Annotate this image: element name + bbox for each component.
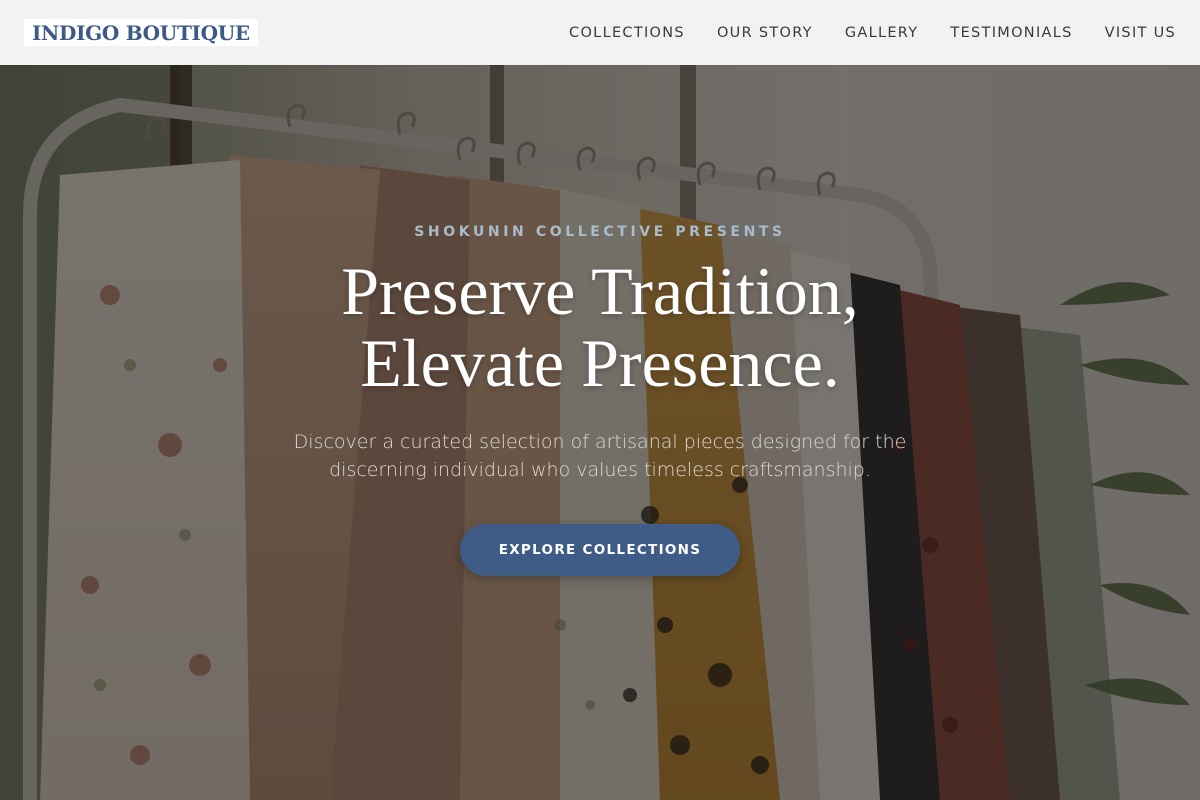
explore-collections-button[interactable]: EXPLORE COLLECTIONS <box>460 524 740 576</box>
site-header: INDIGO BOUTIQUE COLLECTIONS OUR STORY GA… <box>0 0 1200 65</box>
hero-content: SHOKUNIN COLLECTIVE PRESENTS Preserve Tr… <box>0 65 1200 800</box>
brand-logo[interactable]: INDIGO BOUTIQUE <box>24 19 258 46</box>
hero-section: SHOKUNIN COLLECTIVE PRESENTS Preserve Tr… <box>0 65 1200 800</box>
main-nav: COLLECTIONS OUR STORY GALLERY TESTIMONIA… <box>569 25 1176 41</box>
hero-subtitle: Discover a curated selection of artisana… <box>275 428 925 484</box>
nav-link-collections[interactable]: COLLECTIONS <box>569 25 685 41</box>
hero-headline: Preserve Tradition, Elevate Presence. <box>0 255 1200 399</box>
nav-link-our-story[interactable]: OUR STORY <box>717 25 813 41</box>
hero-subtitle-line-2: discerning individual who values timeles… <box>329 459 871 481</box>
hero-headline-line-2: Elevate Presence. <box>360 325 840 401</box>
hero-headline-line-1: Preserve Tradition, <box>341 253 859 329</box>
nav-link-testimonials[interactable]: TESTIMONIALS <box>950 25 1072 41</box>
hero-subtitle-line-1: Discover a curated selection of artisana… <box>293 431 907 453</box>
nav-link-gallery[interactable]: GALLERY <box>845 25 919 41</box>
hero-eyebrow: SHOKUNIN COLLECTIVE PRESENTS <box>414 224 786 240</box>
nav-link-visit-us[interactable]: VISIT US <box>1105 25 1176 41</box>
